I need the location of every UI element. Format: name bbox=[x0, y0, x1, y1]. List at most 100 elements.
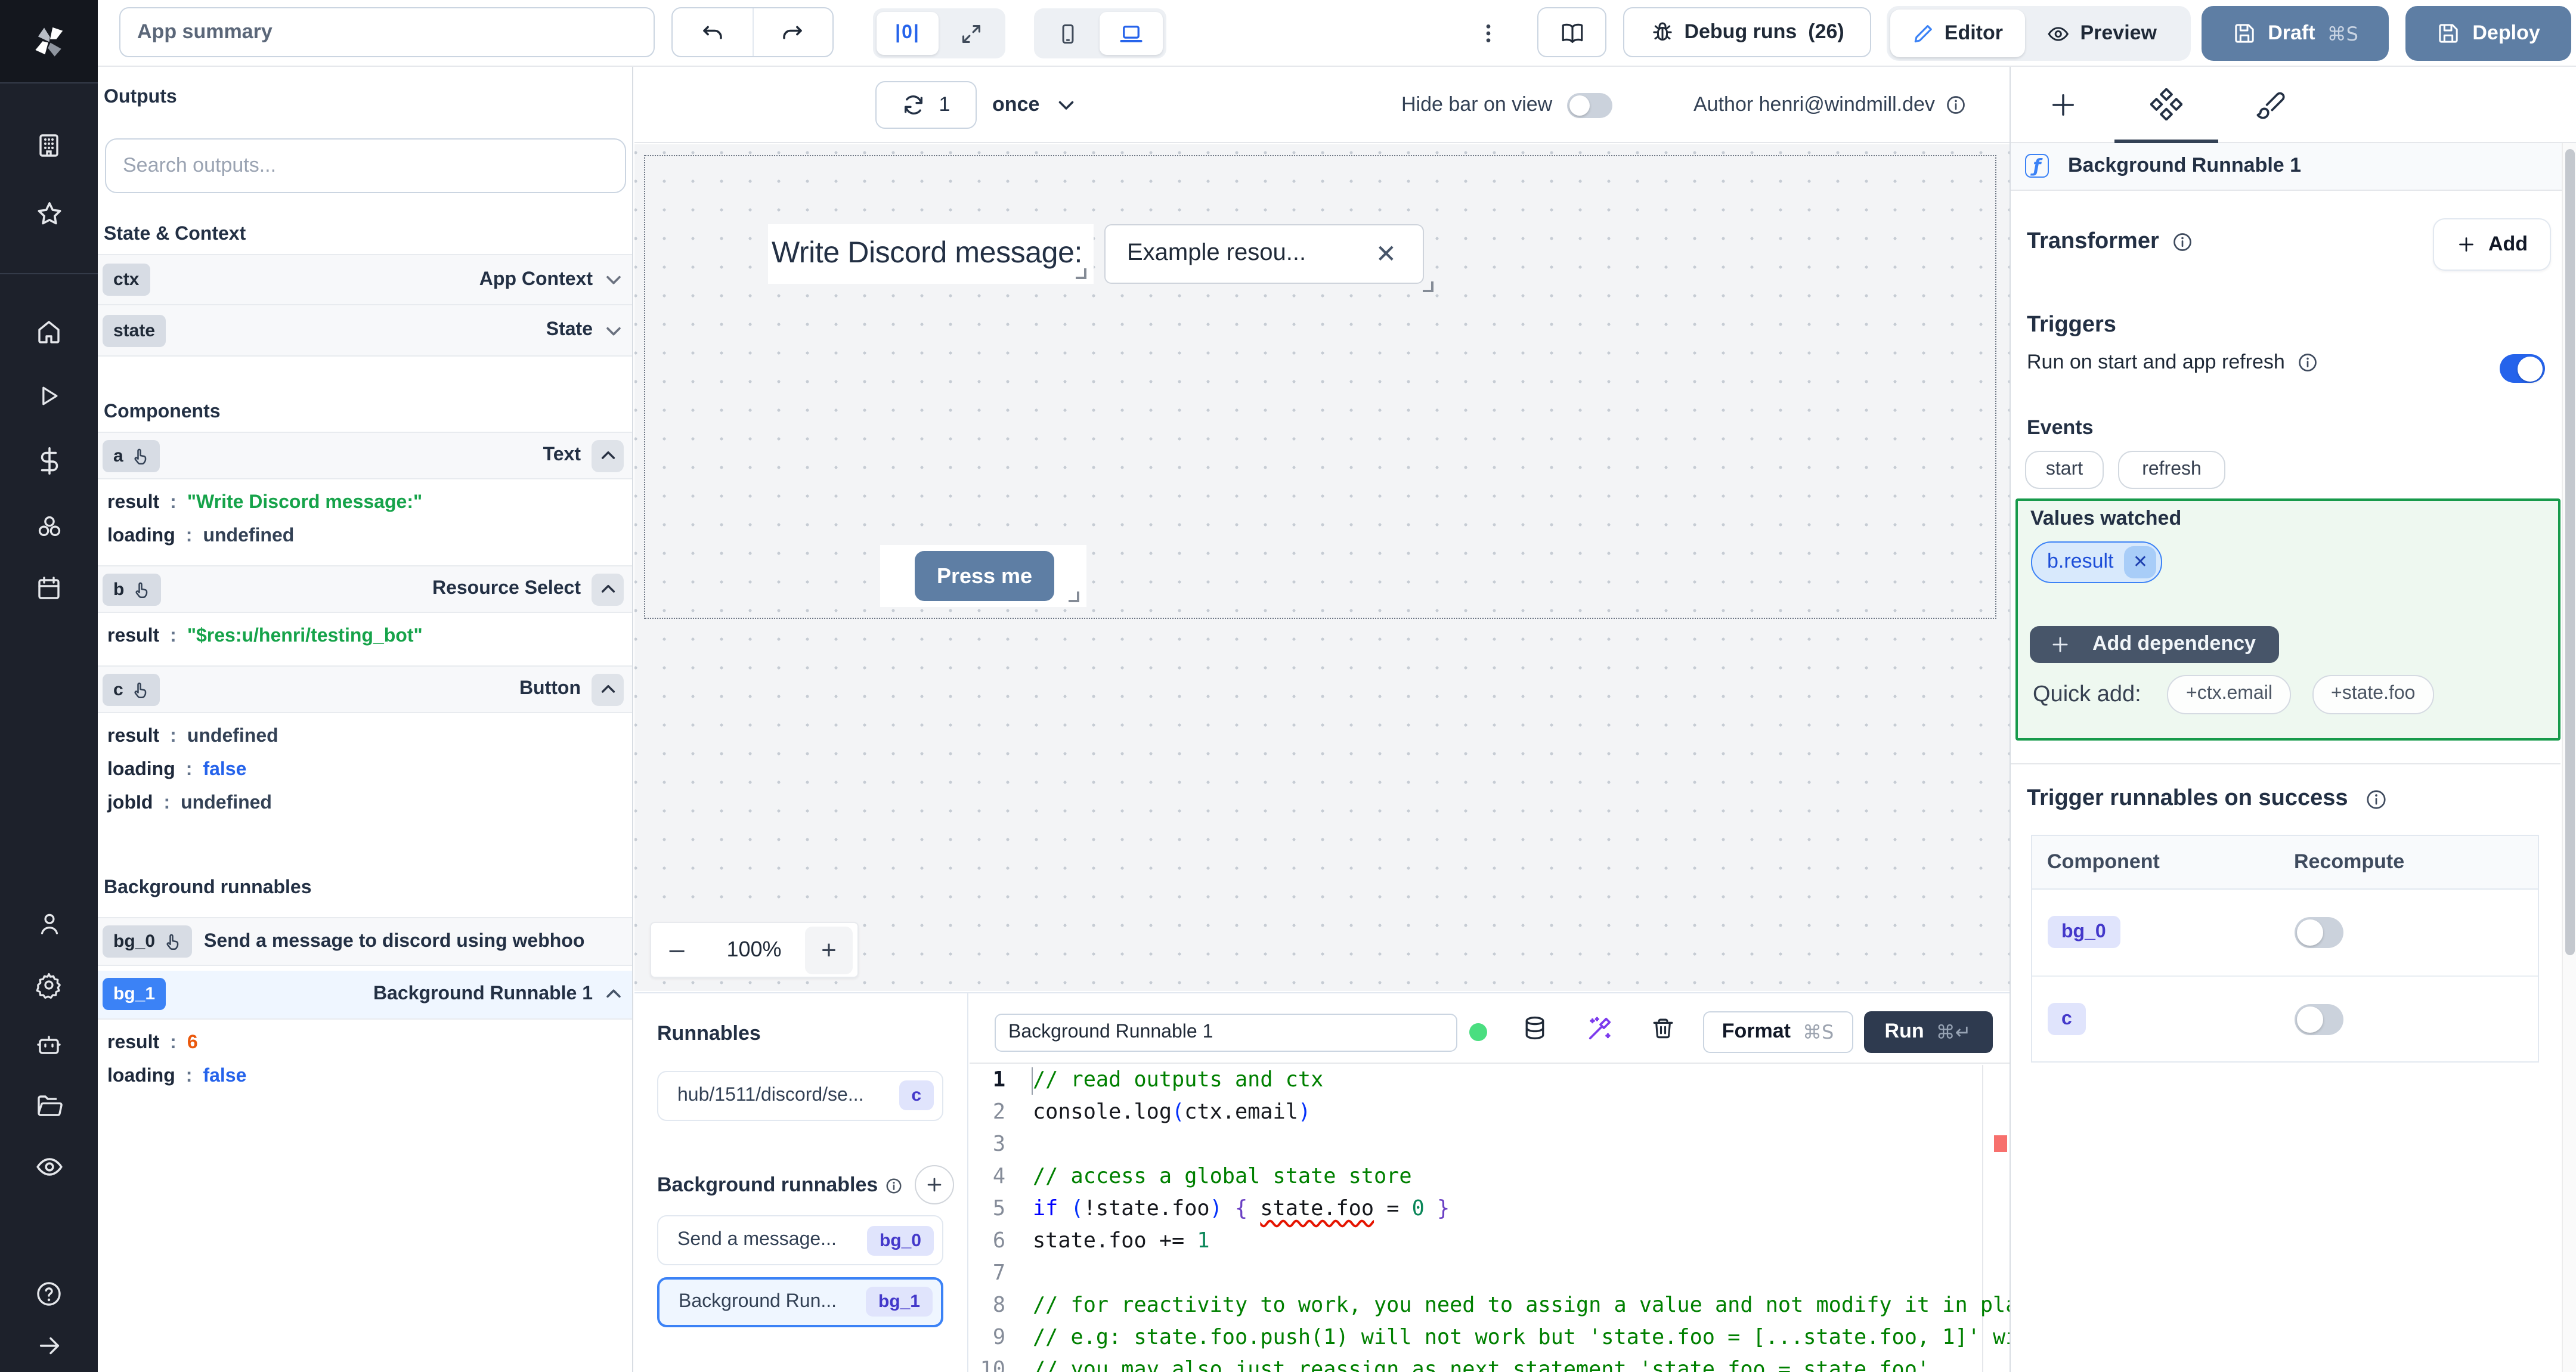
draft-button[interactable]: Draft ⌘S bbox=[2201, 6, 2389, 61]
run-on-start-toggle[interactable] bbox=[2500, 354, 2545, 383]
recompute-toggle-bg0[interactable] bbox=[2294, 916, 2343, 948]
editor-tab[interactable]: Editor bbox=[1890, 10, 2024, 57]
run-button[interactable]: Run ⌘↵ bbox=[1863, 1011, 1992, 1053]
resources-icon[interactable] bbox=[0, 502, 98, 550]
bottom-panel: Runnables hub/1511/discord/se... c Backg… bbox=[634, 992, 2010, 1372]
mobile-toggle[interactable] bbox=[1038, 12, 1098, 55]
user-icon[interactable] bbox=[0, 899, 98, 947]
workers-icon[interactable] bbox=[0, 1021, 98, 1069]
author-label: Author henri@windmill.dev bbox=[1693, 93, 1935, 116]
output-row-ctx[interactable]: ctx App Context bbox=[98, 254, 632, 305]
kebab-menu-icon[interactable] bbox=[1476, 0, 1500, 67]
runnables-panel: Runnables hub/1511/discord/se... c Backg… bbox=[634, 993, 968, 1372]
hand-pointer-icon bbox=[135, 682, 147, 698]
audit-eye-icon[interactable] bbox=[0, 1142, 98, 1190]
info-icon bbox=[2298, 354, 2317, 371]
mode-select[interactable]: once bbox=[992, 67, 1076, 143]
undo-button[interactable] bbox=[673, 8, 753, 56]
layout-toggle-group: |0| bbox=[873, 8, 1005, 58]
ai-assistant-button[interactable] bbox=[1586, 993, 1614, 1063]
settings-gear-icon[interactable] bbox=[0, 961, 98, 1008]
text-component[interactable]: Write Discord message: bbox=[768, 224, 1093, 283]
inspector-scrollbar[interactable] bbox=[2562, 143, 2576, 1372]
output-row-state[interactable]: state State bbox=[98, 305, 632, 357]
redo-button[interactable] bbox=[753, 8, 832, 56]
debug-runs-button[interactable]: Debug runs (26) bbox=[1623, 7, 1872, 57]
output-row-bg_1[interactable]: bg_1 Background Runnable 1 bbox=[98, 970, 632, 1019]
output-row-a[interactable]: a Text bbox=[98, 432, 632, 479]
output-row-c[interactable]: c Button bbox=[98, 665, 632, 713]
zoom-out-button[interactable]: − bbox=[651, 936, 703, 964]
resource-select-component[interactable]: Example resou... ✕ bbox=[1104, 224, 1433, 292]
add-dependency-button[interactable]: Add dependency bbox=[2029, 625, 2278, 662]
code-line-10: 10 // you may also just reassign as next … bbox=[970, 1354, 2010, 1372]
detail-key: result bbox=[107, 493, 160, 513]
runnable-badge: c bbox=[899, 1080, 933, 1110]
resize-handle[interactable] bbox=[1075, 268, 1086, 278]
recompute-toggle-c[interactable] bbox=[2294, 1004, 2343, 1035]
refresh-count-box[interactable]: 1 bbox=[875, 81, 977, 129]
values-watched-box: Values watched b.result ✕ Add dependency… bbox=[2015, 498, 2560, 740]
center-align-toggle[interactable]: |0| bbox=[877, 12, 939, 55]
watched-value-chip: b.result ✕ bbox=[2030, 541, 2163, 583]
desktop-toggle[interactable] bbox=[1100, 12, 1163, 55]
collapse-button[interactable] bbox=[592, 673, 624, 705]
scrollbar-thumb[interactable] bbox=[2565, 149, 2574, 955]
quick-add-state-foo[interactable]: +state.foo bbox=[2312, 674, 2435, 714]
help-icon[interactable] bbox=[0, 1270, 98, 1318]
preview-tab[interactable]: Preview bbox=[2024, 10, 2178, 57]
variables-icon[interactable] bbox=[0, 436, 98, 484]
windmill-logo-icon[interactable] bbox=[0, 17, 98, 64]
code-area[interactable]: 1 // read outputs and ctx 2 console.log(ctx… bbox=[970, 1064, 2010, 1372]
runnable-name-input[interactable] bbox=[994, 1013, 1457, 1051]
mode-value: once bbox=[992, 93, 1040, 116]
docs-button[interactable] bbox=[1537, 7, 1606, 57]
press-me-label: Press me bbox=[936, 563, 1033, 587]
home-icon[interactable] bbox=[0, 308, 98, 355]
hide-bar-toggle[interactable] bbox=[1566, 92, 1612, 117]
schedules-icon[interactable] bbox=[0, 564, 98, 612]
folders-icon[interactable] bbox=[0, 1082, 98, 1129]
deploy-button[interactable]: Deploy bbox=[2405, 6, 2572, 61]
expand-toggle[interactable] bbox=[941, 12, 1002, 55]
output-row-bg_0[interactable]: bg_0 Send a message to discord using webh… bbox=[98, 917, 632, 966]
resize-handle[interactable] bbox=[1069, 591, 1079, 602]
line-number: 8 bbox=[992, 1293, 1005, 1317]
settings-tab[interactable] bbox=[2114, 67, 2218, 143]
collapse-button[interactable] bbox=[592, 573, 624, 605]
app-summary-input[interactable] bbox=[119, 7, 655, 57]
topbar: |0| Debug runs (26) Editor bbox=[98, 0, 2576, 67]
clear-select-icon[interactable]: ✕ bbox=[1376, 240, 1423, 268]
runnable-item-bg1[interactable]: Background Run... bg_1 bbox=[657, 1277, 943, 1327]
quick-add-ctx-email[interactable]: +ctx.email bbox=[2167, 674, 2292, 714]
collapse-arrow-icon[interactable] bbox=[0, 1321, 98, 1369]
format-button[interactable]: Format ⌘S bbox=[1702, 1011, 1853, 1053]
search-outputs-input[interactable] bbox=[105, 138, 626, 193]
trigger-success-row: Trigger runnables on success bbox=[2027, 786, 2388, 812]
preview-tab-label: Preview bbox=[2080, 21, 2157, 44]
add-transformer-button[interactable]: Add bbox=[2433, 218, 2551, 271]
workspace-icon[interactable] bbox=[0, 122, 98, 169]
theme-tab[interactable] bbox=[2218, 67, 2322, 143]
resize-handle[interactable] bbox=[1423, 281, 1433, 292]
expand-icon bbox=[962, 24, 981, 43]
app-canvas[interactable]: Write Discord message: Example resou... … bbox=[634, 144, 2010, 991]
event-chip-start: start bbox=[2025, 451, 2104, 489]
zoom-in-button[interactable]: + bbox=[805, 926, 853, 974]
collapse-button[interactable] bbox=[592, 439, 624, 472]
cache-button[interactable] bbox=[1522, 993, 1548, 1063]
runnable-item-bg0[interactable]: Send a message... bg_0 bbox=[657, 1215, 943, 1265]
insert-component-tab[interactable] bbox=[2011, 67, 2114, 143]
event-chip-refresh: refresh bbox=[2118, 451, 2225, 489]
press-me-button[interactable]: Press me bbox=[915, 551, 1054, 601]
add-background-runnable-button[interactable] bbox=[915, 1165, 954, 1204]
favorites-star-icon[interactable] bbox=[0, 190, 98, 237]
code-line-4: 4 // access a global state store bbox=[970, 1161, 2010, 1193]
line-source: // e.g: state.foo.push(1) will not work … bbox=[1033, 1325, 2010, 1349]
remove-watched-value-button[interactable]: ✕ bbox=[2124, 546, 2157, 578]
runs-icon[interactable] bbox=[0, 372, 98, 420]
save-icon bbox=[2234, 24, 2253, 43]
runnable-item-hub[interactable]: hub/1511/discord/se... c bbox=[657, 1070, 943, 1120]
delete-button[interactable] bbox=[1651, 993, 1676, 1063]
output-row-b[interactable]: b Resource Select bbox=[98, 565, 632, 613]
